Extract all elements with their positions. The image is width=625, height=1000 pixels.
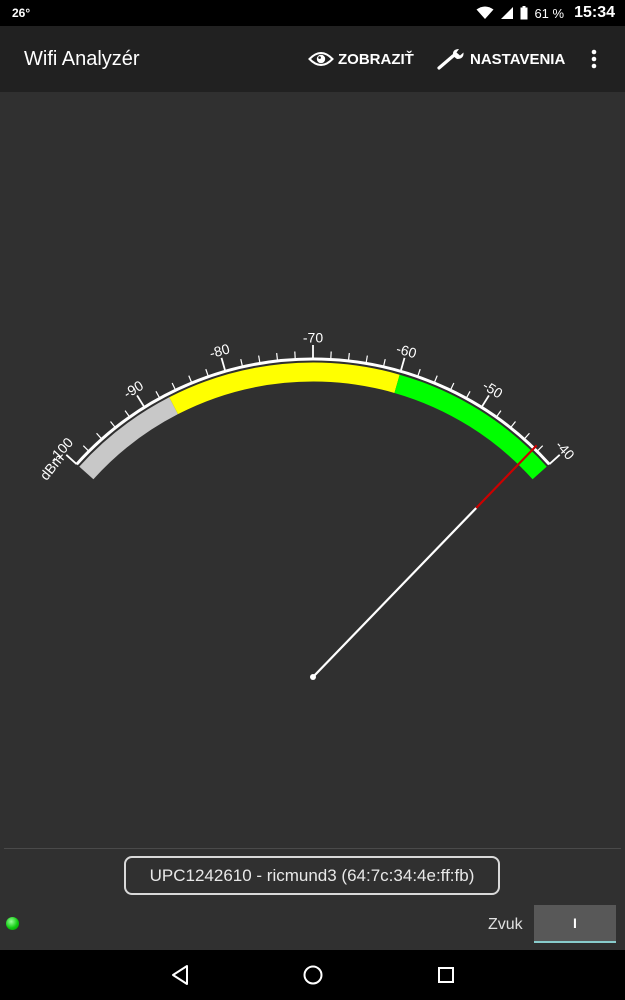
recents-icon[interactable] bbox=[431, 960, 461, 990]
view-button[interactable]: ZOBRAZIŤ bbox=[308, 46, 414, 72]
sound-toggle-label: I bbox=[573, 915, 577, 931]
navigation-bar bbox=[0, 950, 625, 1000]
gauge-needle-pivot bbox=[310, 674, 316, 680]
gauge-major-tick bbox=[65, 454, 78, 465]
gauge-minor-tick bbox=[433, 375, 438, 384]
status-icons: 61 % 15:34 bbox=[476, 3, 615, 23]
status-led-indicator bbox=[6, 917, 19, 930]
gauge-major-tick bbox=[480, 394, 490, 408]
gauge-needle bbox=[312, 507, 478, 678]
wifi-icon bbox=[476, 6, 494, 19]
gauge-tick-label: -80 bbox=[208, 340, 232, 361]
gauge-minor-tick bbox=[536, 445, 544, 452]
battery-percentage: 61 % bbox=[534, 5, 565, 21]
gauge-minor-tick bbox=[449, 382, 455, 391]
signal-meter-area: -100 -90 -80 -70 -60 -50 -40 dBm bbox=[0, 92, 625, 848]
gauge-zone-3 bbox=[394, 374, 547, 480]
gauge-needle-tip bbox=[475, 444, 538, 509]
gauge-minor-tick bbox=[523, 432, 530, 440]
cell-signal-icon bbox=[501, 7, 514, 19]
gauge-minor-tick bbox=[82, 445, 90, 452]
gauge-minor-tick bbox=[96, 432, 103, 440]
settings-button[interactable]: NASTAVENIA bbox=[436, 46, 565, 72]
sound-toggle[interactable]: I bbox=[534, 905, 616, 943]
back-icon[interactable] bbox=[165, 960, 195, 990]
gauge-major-tick bbox=[220, 357, 227, 372]
gauge-minor-tick bbox=[171, 382, 177, 391]
gauge-minor-tick bbox=[465, 391, 471, 399]
gauge-major-tick bbox=[399, 357, 406, 372]
overflow-menu-icon[interactable] bbox=[584, 46, 604, 72]
sound-label: Zvuk bbox=[488, 916, 523, 933]
gauge-major-tick bbox=[136, 394, 146, 408]
view-button-label: ZOBRAZIŤ bbox=[338, 50, 414, 68]
app-bar: Wifi Analyzér ZOBRAZIŤ NASTAVENIA bbox=[0, 26, 625, 92]
gauge-minor-tick bbox=[188, 375, 193, 384]
app-title: Wifi Analyzér bbox=[24, 48, 140, 70]
wrench-icon bbox=[437, 49, 464, 70]
network-selector[interactable]: UPC1242610 - ricmund3 (64:7c:34:4e:ff:fb… bbox=[124, 856, 500, 895]
gauge-tick-label: -70 bbox=[303, 330, 323, 346]
status-clock: 15:34 bbox=[574, 4, 615, 21]
gauge-major-tick bbox=[548, 454, 561, 465]
status-temperature: 26° bbox=[12, 6, 31, 20]
gauge-tick-label: -90 bbox=[120, 377, 146, 401]
network-label: UPC1242610 - ricmund3 (64:7c:34:4e:ff:fb… bbox=[149, 865, 475, 885]
bottom-divider bbox=[4, 848, 621, 849]
eye-icon bbox=[308, 52, 334, 66]
gauge-minor-tick bbox=[124, 410, 131, 418]
settings-button-label: NASTAVENIA bbox=[470, 50, 566, 68]
gauge-tick-label: -60 bbox=[395, 340, 419, 361]
gauge-tick-label: -50 bbox=[480, 377, 506, 401]
signal-gauge: -100-90-80-70-60-50-40 dBm bbox=[36, 330, 578, 680]
gauge-minor-tick bbox=[155, 391, 161, 399]
status-bar: 26° 61 % 15:34 bbox=[0, 0, 625, 26]
gauge-minor-tick bbox=[110, 421, 116, 429]
home-icon[interactable] bbox=[298, 960, 328, 990]
gauge-minor-tick bbox=[495, 410, 502, 418]
gauge-minor-tick bbox=[510, 421, 516, 429]
battery-icon bbox=[520, 6, 528, 20]
